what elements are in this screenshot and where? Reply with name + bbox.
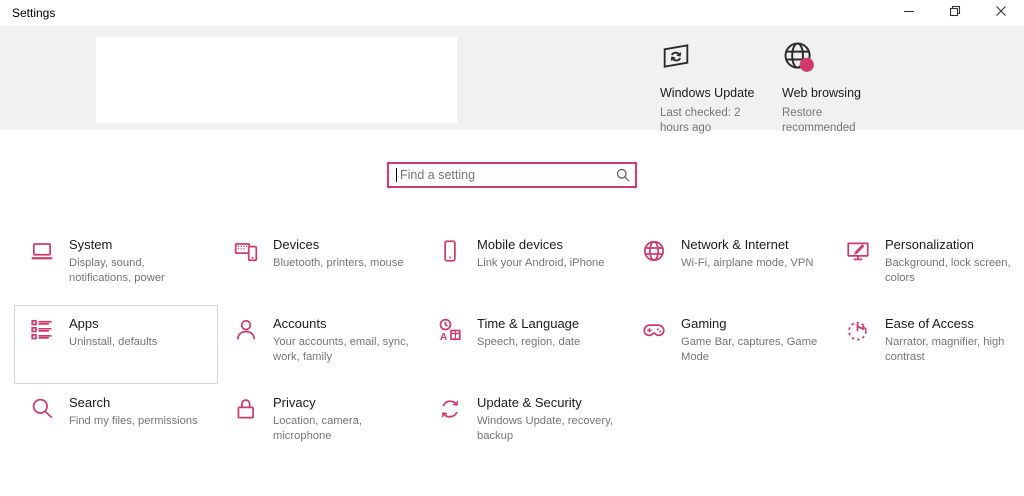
tile-title: Apps [69,316,99,331]
accounts-icon [233,317,259,343]
tile-subtitle: Narrator, magnifier, high contrast [885,336,1005,364]
tile-ease-of-access[interactable]: Ease of Access Narrator, magnifier, high… [830,305,1024,384]
tile-system[interactable]: System Display, sound, notifications, po… [14,226,218,305]
search-box [387,162,637,188]
tile-subtitle: Bluetooth, printers, mouse [273,257,404,269]
windows-update-icon [660,40,700,74]
category-grid: System Display, sound, notifications, po… [0,226,1024,463]
tile-subtitle: Speech, region, date [477,336,581,348]
tile-mobile-devices[interactable]: Mobile devices Link your Android, iPhone [422,226,626,305]
quick-action-title: Windows Update [660,86,755,100]
minimize-icon [903,4,915,22]
window-title: Settings [12,6,56,20]
tile-personalization[interactable]: Personalization Background, lock screen,… [830,226,1024,305]
tile-subtitle: Find my files, permissions [69,415,198,427]
tile-devices[interactable]: Devices Bluetooth, printers, mouse [218,226,422,305]
tile-time-language[interactable]: A Time & Language Speech, region, date [422,305,626,384]
minimize-button[interactable] [886,0,932,26]
tile-title: Time & Language [477,316,580,331]
tile-title: System [69,237,113,252]
ease-of-access-icon [845,317,871,343]
close-button[interactable] [978,0,1024,26]
restore-button[interactable] [932,0,978,26]
tile-title: Personalization [885,237,974,252]
tile-subtitle: Location, camera, microphone [273,415,362,443]
update-security-icon [437,396,463,422]
tile-subtitle: Windows Update, recovery, backup [477,415,613,443]
tile-apps[interactable]: Apps Uninstall, defaults [14,305,218,384]
text-caret [396,168,397,182]
tile-subtitle: Game Bar, captures, Game Mode [681,336,818,364]
tile-search[interactable]: Search Find my files, permissions [14,384,218,463]
svg-text:A: A [440,332,448,343]
tile-subtitle: Background, lock screen, colors [885,257,1011,285]
tile-gaming[interactable]: Gaming Game Bar, captures, Game Mode [626,305,830,384]
tile-title: Mobile devices [477,237,563,252]
tile-title: Ease of Access [885,316,974,331]
quick-action-subtitle: Last checked: 2 hours ago [660,107,741,135]
title-bar: Settings [0,0,1024,26]
search-category-icon [29,396,55,422]
status-dot [799,57,814,72]
apps-icon [29,317,55,343]
devices-icon [233,238,259,264]
tile-title: Privacy [273,395,316,410]
tile-update-security[interactable]: Update & Security Windows Update, recove… [422,384,626,463]
time-language-icon: A [437,317,463,343]
tile-privacy[interactable]: Privacy Location, camera, microphone [218,384,422,463]
quick-action-title: Web browsing [782,86,861,100]
gaming-icon [641,317,667,343]
tile-title: Accounts [273,316,327,331]
window-controls [886,0,1024,26]
web-browsing-icon [782,40,822,74]
privacy-icon [233,396,259,422]
quick-action-windows-update[interactable]: Windows Update Last checked: 2 hours ago [660,40,760,136]
tile-title: Search [69,395,111,410]
tile-subtitle: Wi-Fi, airplane mode, VPN [681,257,814,269]
tile-title: Update & Security [477,395,582,410]
search-icon[interactable] [616,168,630,187]
close-icon [995,4,1007,22]
quick-action-web-browsing[interactable]: Web browsing Restore recommended [782,40,882,136]
quick-action-subtitle: Restore recommended [782,107,856,135]
tile-title: Gaming [681,316,727,331]
system-icon [29,238,55,264]
user-account-card[interactable] [96,37,457,123]
search-input[interactable] [387,162,637,188]
tile-subtitle: Uninstall, defaults [69,336,158,348]
header-band: Windows Update Last checked: 2 hours ago… [0,26,1024,134]
tile-accounts[interactable]: Accounts Your accounts, email, sync, wor… [218,305,422,384]
tile-subtitle: Display, sound, notifications, power [69,257,165,285]
tile-title: Devices [273,237,320,252]
restore-icon [949,4,961,22]
tile-subtitle: Link your Android, iPhone [477,257,605,269]
personalization-icon [845,238,871,264]
mobile-devices-icon [437,238,463,264]
tile-network-internet[interactable]: Network & Internet Wi-Fi, airplane mode,… [626,226,830,305]
tile-title: Network & Internet [681,237,789,252]
network-internet-icon [641,238,667,264]
tile-subtitle: Your accounts, email, sync, work, family [273,336,409,364]
